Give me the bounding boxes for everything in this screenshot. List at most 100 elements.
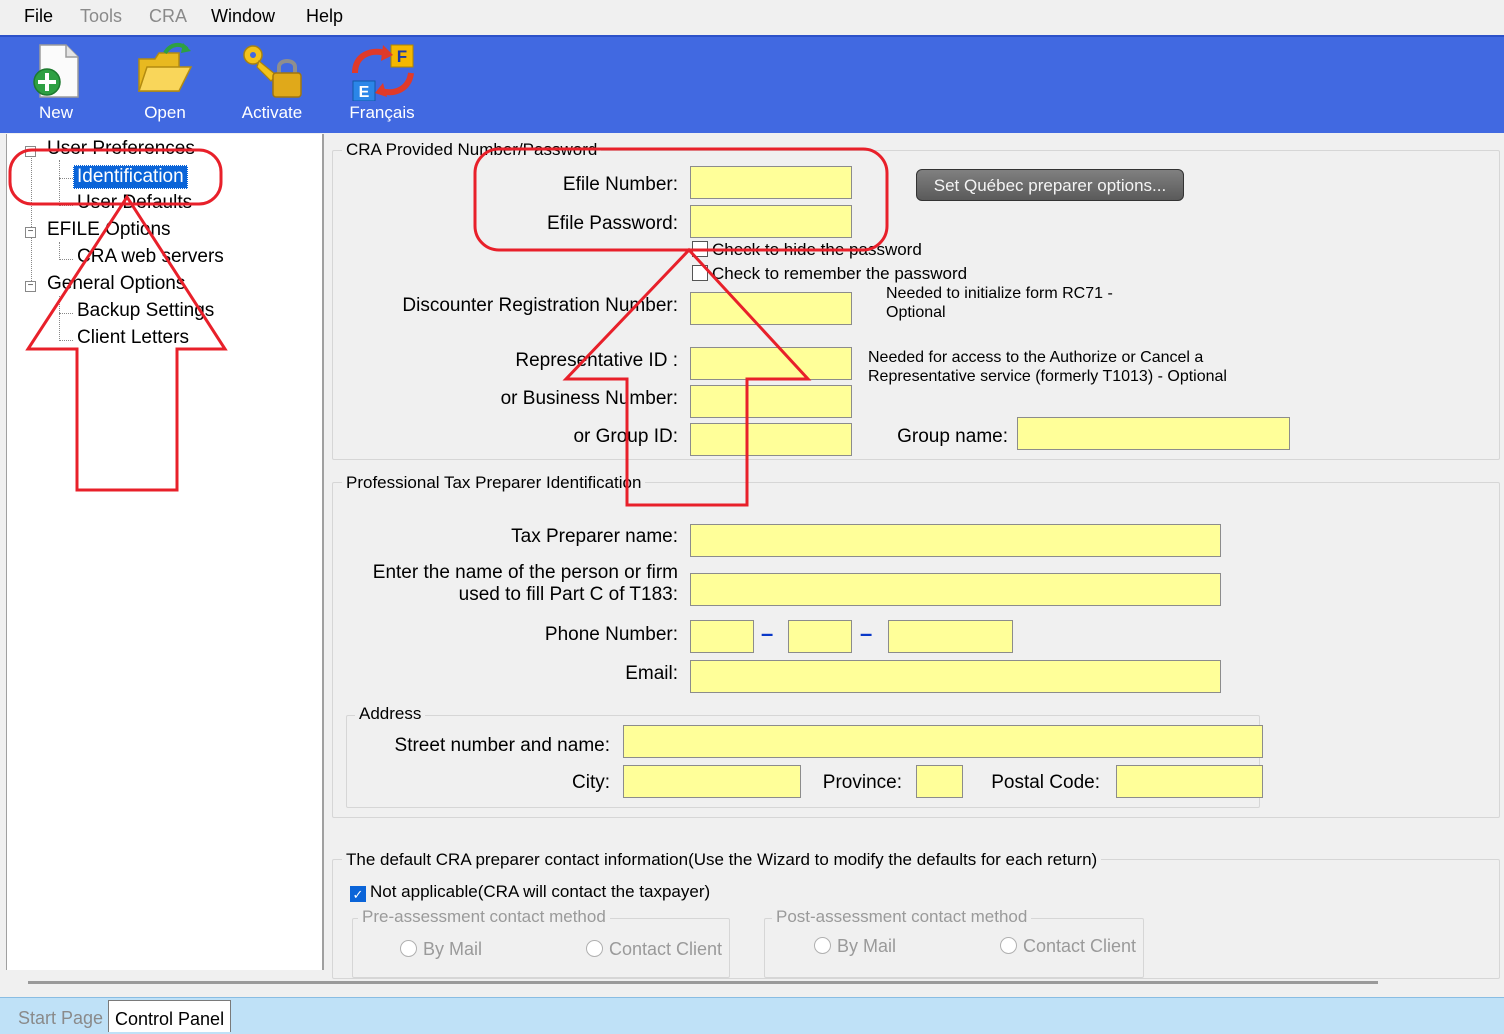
city-label: City: <box>572 772 610 793</box>
email-input[interactable] <box>690 660 1221 693</box>
firm-name-input[interactable] <box>690 573 1221 606</box>
tree-connector <box>59 296 60 341</box>
post-by-mail-label: By Mail <box>837 936 897 956</box>
document-tabs: Start Page Control Panel <box>0 997 1504 1034</box>
tax-preparer-name-label: Tax Preparer name: <box>511 526 678 547</box>
key-lock-icon <box>243 45 302 98</box>
representative-id-label: Representative ID : <box>515 350 678 371</box>
flag-f-text: F <box>397 47 407 66</box>
remember-password-checkbox[interactable]: Check to remember the password <box>692 264 967 284</box>
province-label: Province: <box>822 772 902 793</box>
group-id-input[interactable] <box>690 423 852 456</box>
efile-password-input[interactable] <box>690 205 852 238</box>
hide-password-label: Check to hide the password <box>712 240 922 259</box>
post-contact-client-radio[interactable]: Contact Client <box>1000 936 1136 957</box>
tree-item-identification[interactable]: Identification <box>73 165 188 189</box>
radio-icon <box>814 937 831 954</box>
pre-contact-client-label: Contact Client <box>609 939 723 959</box>
horizontal-scrollbar[interactable] <box>28 981 1378 984</box>
menu-file[interactable]: File <box>24 6 53 27</box>
tree-connector <box>59 313 73 314</box>
menu-help[interactable]: Help <box>306 6 343 27</box>
business-number-input[interactable] <box>690 385 852 418</box>
open-label: Open <box>144 103 186 122</box>
navigation-tree: − User Preferences Identification User D… <box>6 134 324 970</box>
new-label: New <box>38 103 73 122</box>
post-contact-client-label: Contact Client <box>1023 936 1137 956</box>
cra-group-title: CRA Provided Number/Password <box>342 140 602 160</box>
checkmark-icon: ✓ <box>350 886 366 902</box>
hide-password-checkbox[interactable]: Check to hide the password <box>692 240 922 260</box>
group-id-label: or Group ID: <box>573 426 678 447</box>
phone-number-label: Phone Number: <box>544 624 678 645</box>
tree-item-general-options[interactable]: General Options <box>47 273 185 295</box>
set-quebec-preparer-options-button[interactable]: Set Québec preparer options... <box>916 169 1184 201</box>
phone-prefix-input[interactable] <box>788 620 852 653</box>
tab-control-panel[interactable]: Control Panel <box>108 1000 232 1032</box>
activate-button[interactable]: Activate <box>234 39 310 123</box>
open-folder-icon <box>137 42 193 92</box>
tree-connector <box>59 205 73 206</box>
street-input[interactable] <box>623 725 1263 758</box>
new-document-icon <box>33 44 79 98</box>
tree-connector <box>59 259 73 260</box>
remember-password-label: Check to remember the password <box>712 264 968 283</box>
menu-cra[interactable]: CRA <box>149 6 187 27</box>
menu-tools[interactable]: Tools <box>80 6 122 27</box>
city-input[interactable] <box>623 765 801 798</box>
tree-connector <box>59 160 60 204</box>
radio-icon <box>586 940 603 957</box>
tree-item-cra-web-servers[interactable]: CRA web servers <box>77 246 224 268</box>
firm-name-label: Enter the name of the person or firm use… <box>372 562 678 605</box>
collapse-toggle-icon[interactable]: − <box>25 227 36 238</box>
tree-item-efile-options[interactable]: EFILE Options <box>47 219 171 241</box>
tree-item-client-letters[interactable]: Client Letters <box>77 327 189 349</box>
not-applicable-checkbox[interactable]: ✓ Not applicable(CRA will contact the tax… <box>350 882 710 902</box>
tree-item-user-defaults[interactable]: User Defaults <box>77 192 192 214</box>
collapse-toggle-icon[interactable]: − <box>25 146 36 157</box>
collapse-toggle-icon[interactable]: − <box>25 281 36 292</box>
menu-window[interactable]: Window <box>211 6 275 27</box>
post-by-mail-radio[interactable]: By Mail <box>814 936 896 957</box>
checkbox-icon <box>692 265 708 281</box>
tree-item-backup-settings[interactable]: Backup Settings <box>77 300 214 322</box>
identification-panel: CRA Provided Number/Password Efile Numbe… <box>326 134 1504 979</box>
phone-dash: – <box>761 621 774 646</box>
postal-code-label: Postal Code: <box>991 772 1100 793</box>
tax-preparer-name-input[interactable] <box>690 524 1221 557</box>
efile-number-label: Efile Number: <box>562 174 678 195</box>
post-assessment-title: Post-assessment contact method <box>772 907 1032 927</box>
phone-area-code-input[interactable] <box>690 620 754 653</box>
representative-id-input[interactable] <box>690 347 852 380</box>
province-input[interactable] <box>916 765 963 798</box>
email-label: Email: <box>625 663 678 684</box>
pre-contact-client-radio[interactable]: Contact Client <box>586 939 722 960</box>
preparer-group-title: Professional Tax Preparer Identification <box>342 473 646 493</box>
efile-password-label: Efile Password: <box>547 213 678 234</box>
address-group-title: Address <box>355 704 426 724</box>
discounter-note: Needed to initialize form RC71 - Optiona… <box>886 285 1113 321</box>
tree-connector <box>59 178 73 179</box>
tab-start-page[interactable]: Start Page <box>12 1006 109 1031</box>
menu-bar: File Tools CRA Window Help <box>0 0 1504 35</box>
phone-line-input[interactable] <box>888 620 1013 653</box>
tree-connector <box>59 242 60 260</box>
open-button[interactable]: Open <box>130 39 200 123</box>
group-name-input[interactable] <box>1017 417 1290 450</box>
francais-button[interactable]: F E Français <box>344 39 420 123</box>
representative-note: Needed for access to the Authorize or Ca… <box>868 349 1227 385</box>
group-name-label: Group name: <box>897 426 1008 447</box>
pre-by-mail-radio[interactable]: By Mail <box>400 939 482 960</box>
language-switch-icon: F E <box>352 44 414 101</box>
efile-number-input[interactable] <box>690 166 852 199</box>
flag-e-text: E <box>359 84 370 101</box>
not-applicable-label: Not applicable(CRA will contact the taxp… <box>370 882 711 901</box>
pre-by-mail-label: By Mail <box>423 939 483 959</box>
activate-label: Activate <box>241 103 303 122</box>
discounter-input[interactable] <box>690 292 852 325</box>
new-button[interactable]: New <box>22 39 90 123</box>
postal-code-input[interactable] <box>1116 765 1263 798</box>
tree-item-user-preferences[interactable]: User Preferences <box>47 138 195 160</box>
tree-connector <box>59 340 73 341</box>
contact-group-title: The default CRA preparer contact informa… <box>342 850 1102 870</box>
